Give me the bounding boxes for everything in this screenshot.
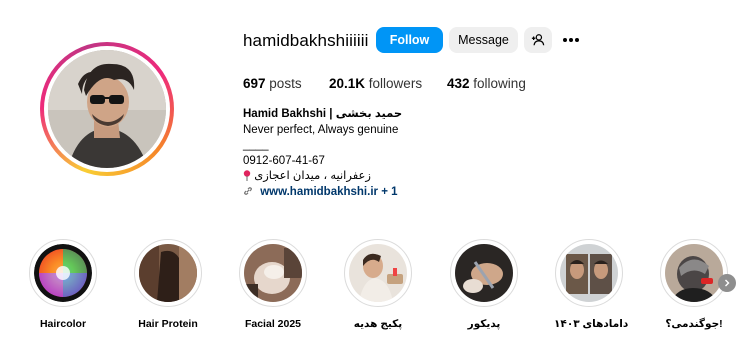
highlight-item[interactable]: پکیج هدیه (343, 239, 413, 330)
profile-avatar-ring[interactable] (40, 42, 174, 176)
highlight-label: پکیج هدیه (353, 318, 403, 330)
highlight-item[interactable]: دامادهای ۱۴۰۳ (554, 239, 629, 330)
username: hamidbakhshiiiiii (243, 31, 369, 50)
highlight-item[interactable]: Hair Protein (133, 239, 203, 330)
following-count: 432 (447, 76, 470, 91)
bio: Hamid Bakhshi | حمید بخشی Never perfect,… (243, 107, 402, 200)
add-user-button[interactable] (524, 27, 552, 53)
location-text: زعفرانیه ، میدان اعجازی (254, 170, 371, 182)
following-label: following (473, 76, 526, 91)
highlight-item[interactable]: Facial 2025 (238, 239, 308, 330)
posts-count: 697 (243, 76, 266, 91)
highlight-label: جوگندمی؟! (665, 318, 723, 330)
bio-name: Hamid Bakhshi | حمید بخشی (243, 108, 403, 120)
followers-count: 20.1K (329, 76, 366, 91)
chevron-right-icon (725, 279, 730, 287)
highlight-item[interactable]: پدیکور (449, 239, 519, 330)
followers-stat[interactable]: 20.1K followers (329, 76, 422, 91)
followers-label: followers (368, 76, 423, 91)
more-options-icon (563, 38, 579, 42)
add-user-icon (531, 34, 545, 46)
link-icon (244, 187, 252, 196)
posts-stat: 697 posts (243, 76, 302, 91)
highlight-cover (665, 244, 723, 302)
bio-tagline: Never perfect, Always genuine (243, 123, 399, 136)
pin-icon (243, 170, 251, 182)
highlight-label: Haircolor (39, 318, 87, 330)
highlight-cover (349, 244, 407, 302)
bio-link-row[interactable]: www.hamidbakhshi.ir + 1 (243, 185, 402, 201)
highlight-cover (244, 244, 302, 302)
bio-link-more[interactable]: + 1 (381, 186, 397, 198)
bio-link[interactable]: www.hamidbakhshi.ir (260, 186, 378, 198)
more-options-button[interactable] (558, 27, 584, 53)
highlight-cover (139, 244, 197, 302)
highlight-cover (455, 244, 513, 302)
highlight-label: دامادهای ۱۴۰۳ (554, 318, 629, 330)
following-stat[interactable]: 432 following (447, 76, 526, 91)
highlight-cover (560, 244, 618, 302)
highlights-next-button[interactable] (718, 274, 736, 292)
bio-divider: ____ (243, 139, 269, 151)
bio-phone: 0912-607-41-67 (243, 154, 325, 167)
follow-button[interactable]: Follow (376, 27, 443, 53)
message-button[interactable]: Message (449, 27, 518, 53)
highlight-label: Hair Protein (138, 318, 198, 330)
avatar-photo (48, 50, 166, 168)
highlight-label: Facial 2025 (244, 318, 302, 330)
avatar (48, 50, 166, 168)
bio-location: زعفرانیه ، میدان اعجازی (243, 169, 402, 185)
posts-label: posts (269, 76, 302, 91)
highlight-item[interactable]: Haircolor (28, 239, 98, 330)
highlight-cover (34, 244, 92, 302)
highlight-label: پدیکور (467, 318, 501, 330)
